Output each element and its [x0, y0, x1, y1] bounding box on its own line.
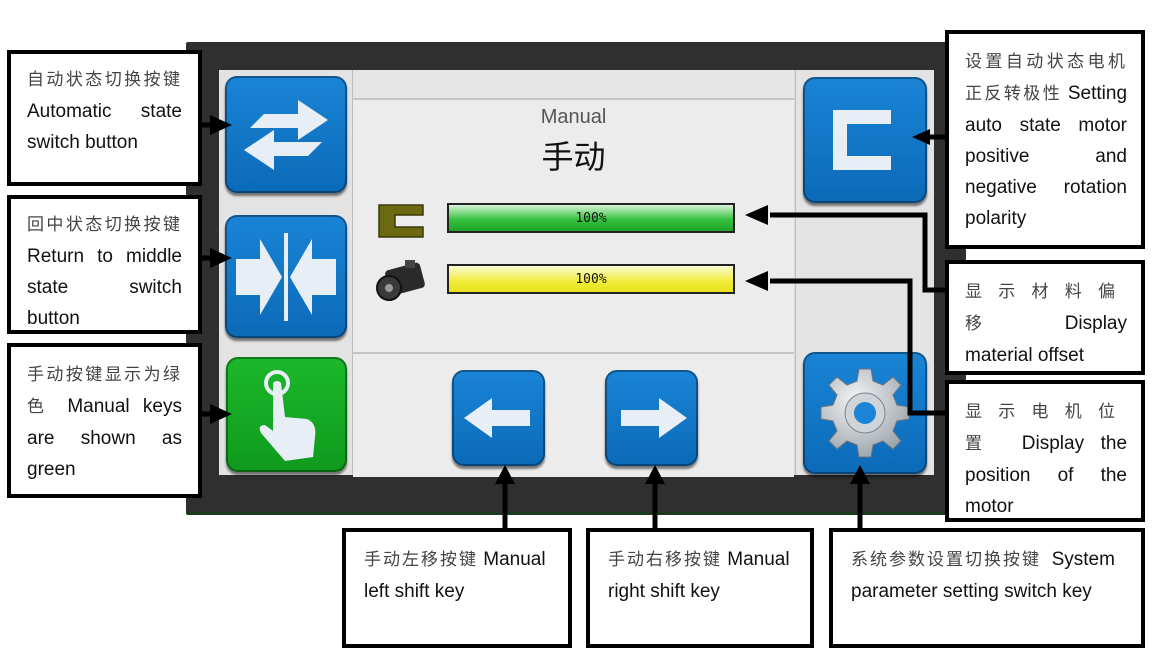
callout-return-middle-en: Return to middle state switch button: [27, 246, 182, 329]
callout-left-shift: 手动左移按键 Manual left shift key: [342, 528, 572, 648]
callout-left-shift-cn: 手动左移按键: [364, 550, 478, 570]
callout-polarity-en: Setting auto state motor positive and ne…: [965, 83, 1128, 229]
callout-auto-state-en: Automatic state switch button: [27, 101, 182, 153]
callout-material-offset: 显示材料偏移 Display material offset: [945, 260, 1145, 375]
callout-system-params-cn: 系统参数设置切换按键: [851, 550, 1041, 570]
callout-return-middle: 回中状态切换按键 Return to middle state switch b…: [7, 195, 202, 334]
callout-return-middle-cn: 回中状态切换按键: [27, 215, 182, 235]
callout-auto-state: 自动状态切换按键 Automatic state switch button: [7, 50, 202, 186]
callout-motor-position: 显示电机位置 Display the position of the motor: [945, 380, 1145, 522]
callout-auto-state-cn: 自动状态切换按键: [27, 70, 182, 90]
callout-polarity: 设置自动状态电机正反转极性 Setting auto state motor p…: [945, 30, 1145, 249]
callout-system-params: 系统参数设置切换按键 System parameter setting swit…: [829, 528, 1145, 648]
callout-right-shift: 手动右移按键 Manual right shift key: [586, 528, 814, 648]
callout-right-shift-cn: 手动右移按键: [608, 550, 722, 570]
callout-manual-green: 手动按键显示为绿色 Manual keys are shown as green: [7, 343, 202, 498]
